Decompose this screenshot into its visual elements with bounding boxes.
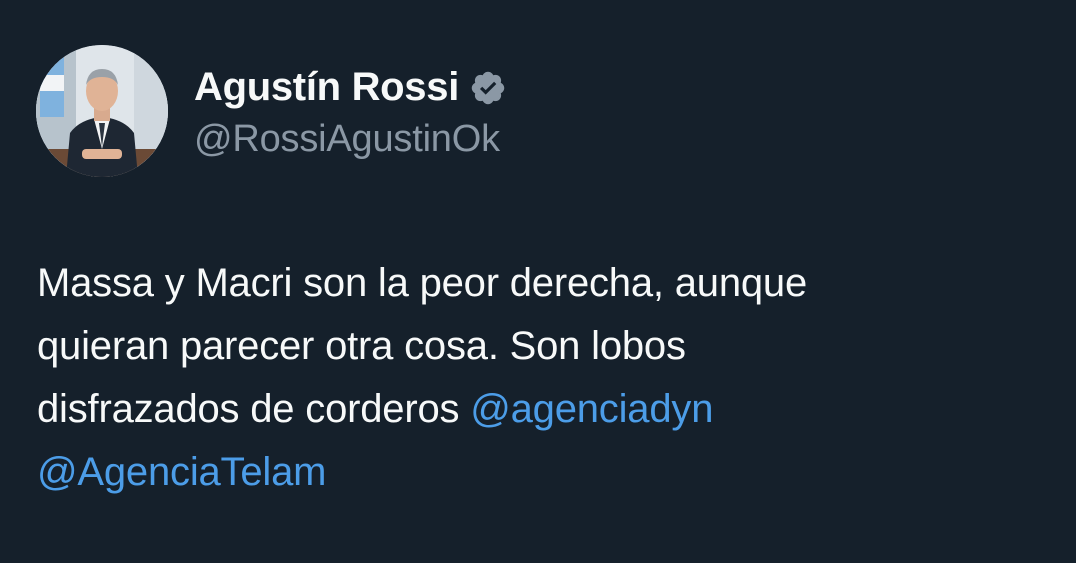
display-name[interactable]: Agustín Rossi (194, 65, 459, 110)
avatar-photo (36, 45, 168, 177)
tweet-text-line: disfrazados de corderos @agenciadyn (37, 378, 1047, 441)
tweet-text: Massa y Macri son la peor derecha, aunqu… (37, 252, 1047, 504)
author-handle[interactable]: @RossiAgustinOk (194, 118, 507, 161)
mention-link[interactable]: @AgenciaTelam (37, 450, 326, 494)
tweet-card: Agustín Rossi @RossiAgustinOk Massa y Ma… (0, 0, 1076, 563)
mention-link[interactable]: @agenciadyn (470, 387, 713, 431)
tweet-text-segment: disfrazados de corderos (37, 387, 471, 431)
tweet-text-line: Massa y Macri son la peor derecha, aunqu… (37, 261, 808, 305)
author-names: Agustín Rossi @RossiAgustinOk (194, 62, 507, 161)
verified-badge-icon[interactable] (469, 69, 507, 107)
avatar[interactable] (36, 45, 168, 177)
tweet-header: Agustín Rossi @RossiAgustinOk (36, 45, 507, 177)
name-row: Agustín Rossi (194, 62, 507, 114)
tweet-text-line: quieran parecer otra cosa. Son lobos (37, 324, 686, 368)
tweet-text-line: @AgenciaTelam (37, 441, 1047, 504)
